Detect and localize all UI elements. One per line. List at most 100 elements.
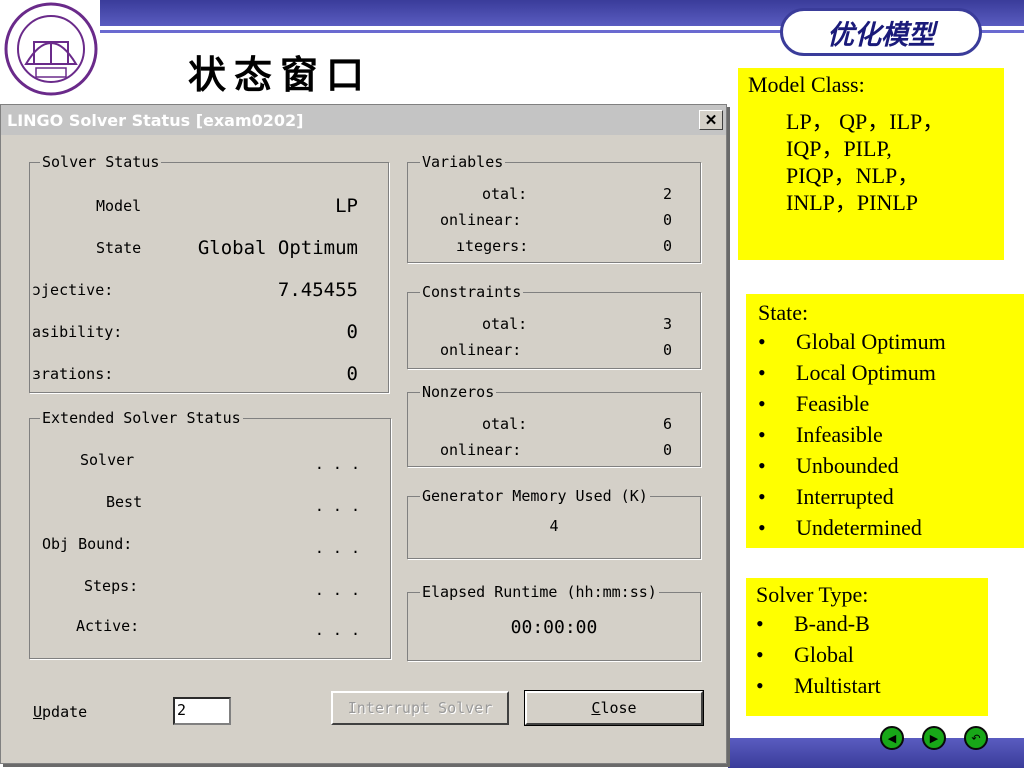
bullet: • bbox=[758, 391, 766, 416]
iterations-value: 0 bbox=[346, 363, 358, 385]
constraints-nonlinear-label: onlinear: bbox=[440, 341, 522, 359]
nonzeros-total-label: otal: bbox=[482, 415, 528, 433]
prev-slide-icon[interactable]: ◀ bbox=[880, 726, 904, 750]
update-interval-input[interactable]: 2 bbox=[173, 697, 231, 725]
ext-objbound-value: . . . bbox=[314, 539, 360, 557]
model-class-heading: Model Class: bbox=[748, 72, 865, 97]
model-class-line: LP， QP，ILP， bbox=[786, 109, 945, 134]
bullet: • bbox=[756, 642, 764, 667]
close-button[interactable]: Close bbox=[524, 690, 704, 726]
constraints-total-value: 3 bbox=[662, 315, 672, 333]
runtime-value: 00:00:00 bbox=[510, 617, 598, 638]
ext-best-label: Best bbox=[106, 493, 143, 511]
update-label-rest: pdate bbox=[42, 703, 88, 721]
state-item-label: Interrupted bbox=[796, 484, 894, 509]
solver-type-label: Multistart bbox=[794, 673, 881, 698]
nonzeros-total-value: 6 bbox=[662, 415, 672, 433]
model-class-line: INLP，PINLP bbox=[786, 190, 919, 215]
nonzeros-nonlinear-label: onlinear: bbox=[440, 441, 522, 459]
list-item: • Local Optimum bbox=[758, 357, 1012, 388]
variables-group: Variables otal: 2 onlinear: 0 ıtegers: 0 bbox=[407, 153, 701, 263]
slide-title: 状态窗口 bbox=[188, 52, 373, 97]
ext-solver-label: Solver bbox=[80, 451, 135, 469]
variables-total-label: otal: bbox=[482, 185, 528, 203]
iterations-label: ɜrations: bbox=[32, 365, 114, 383]
model-class-list: LP， QP，ILP， IQP，PILP, PIQP，NLP， INLP，PIN… bbox=[748, 108, 994, 216]
bullet: • bbox=[758, 360, 766, 385]
objective-value: 7.45455 bbox=[277, 279, 358, 301]
close-icon[interactable]: ✕ bbox=[699, 110, 723, 130]
model-value: LP bbox=[335, 195, 358, 217]
nonzeros-nonlinear-value: 0 bbox=[662, 441, 672, 459]
solver-type-label: Global bbox=[794, 642, 854, 667]
objective-label: ɔjective: bbox=[32, 281, 114, 299]
ext-active-value: . . . bbox=[314, 621, 360, 639]
close-button-accel: C bbox=[591, 699, 601, 717]
solver-status-dialog: LINGO Solver Status [exam0202] ✕ Solver … bbox=[0, 104, 727, 764]
memory-legend: Generator Memory Used (K) bbox=[422, 487, 648, 505]
variables-legend: Variables bbox=[422, 153, 504, 171]
memory-value: 4 bbox=[549, 517, 559, 535]
solver-type-list: • B-and-B • Global • Multistart bbox=[756, 608, 978, 701]
memory-group: Generator Memory Used (K) 4 bbox=[407, 487, 701, 559]
list-item: • B-and-B bbox=[756, 608, 978, 639]
bullet: • bbox=[758, 484, 766, 509]
model-class-box: Model Class: LP， QP，ILP， IQP，PILP, PIQP，… bbox=[738, 68, 1004, 260]
nonzeros-legend: Nonzeros bbox=[422, 383, 495, 401]
model-class-line: IQP，PILP, bbox=[786, 136, 892, 161]
solver-type-box: Solver Type: • B-and-B • Global • Multistar… bbox=[746, 578, 988, 716]
variables-nonlinear-value: 0 bbox=[662, 211, 672, 229]
bullet: • bbox=[758, 329, 766, 354]
update-label: Update bbox=[33, 703, 87, 721]
bullet: • bbox=[756, 611, 764, 636]
solver-status-legend: Solver Status bbox=[42, 153, 160, 171]
bullet: • bbox=[756, 673, 764, 698]
ext-steps-label: Steps: bbox=[84, 577, 139, 595]
state-item-label: Global Optimum bbox=[796, 329, 946, 354]
state-item-label: Infeasible bbox=[796, 422, 883, 447]
state-item-label: Undetermined bbox=[796, 515, 922, 540]
model-label: Model bbox=[96, 197, 142, 215]
solver-type-heading: Solver Type: bbox=[756, 582, 869, 607]
state-heading: State: bbox=[758, 300, 809, 325]
runtime-legend: Elapsed Runtime (hh:mm:ss) bbox=[422, 583, 657, 601]
variables-integers-label: ıtegers: bbox=[456, 237, 529, 255]
variables-nonlinear-label: onlinear: bbox=[440, 211, 522, 229]
nonzeros-group: Nonzeros otal: 6 onlinear: 0 bbox=[407, 383, 701, 467]
ext-solver-value: . . . bbox=[314, 455, 360, 473]
return-icon[interactable]: ↶ bbox=[964, 726, 988, 750]
interrupt-solver-button[interactable]: Interrupt Solver bbox=[331, 691, 509, 725]
variables-integers-value: 0 bbox=[662, 237, 672, 255]
state-box: State: • Global Optimum • Local Optimum • F… bbox=[746, 294, 1024, 548]
university-seal-logo bbox=[4, 2, 98, 96]
list-item: • Feasible bbox=[758, 388, 1012, 419]
list-item: • Multistart bbox=[756, 670, 978, 701]
ext-steps-value: . . . bbox=[314, 581, 360, 599]
list-item: • Interrupted bbox=[758, 481, 1012, 512]
infeasibility-value: 0 bbox=[346, 321, 358, 343]
next-slide-icon[interactable]: ▶ bbox=[922, 726, 946, 750]
ext-best-value: . . . bbox=[314, 497, 360, 515]
bullet: • bbox=[758, 453, 766, 478]
bullet: • bbox=[758, 422, 766, 447]
list-item: • Global bbox=[756, 639, 978, 670]
bullet: • bbox=[758, 515, 766, 540]
course-title-badge: 优化模型 bbox=[780, 8, 982, 56]
list-item: • Unbounded bbox=[758, 450, 1012, 481]
extended-status-legend: Extended Solver Status bbox=[42, 409, 241, 427]
constraints-legend: Constraints bbox=[422, 283, 522, 301]
list-item: • Global Optimum bbox=[758, 326, 1012, 357]
solver-status-group: Solver Status Model LP State Global Opti… bbox=[29, 153, 389, 393]
constraints-group: Constraints otal: 3 onlinear: 0 bbox=[407, 283, 701, 369]
runtime-group: Elapsed Runtime (hh:mm:ss) 00:00:00 bbox=[407, 583, 701, 661]
extended-status-group: Extended Solver Status Solver . . . Best… bbox=[29, 409, 391, 659]
state-item-label: Local Optimum bbox=[796, 360, 936, 385]
state-list: • Global Optimum • Local Optimum • Feasible… bbox=[758, 326, 1012, 543]
state-label: State bbox=[96, 239, 142, 257]
solver-type-label: B-and-B bbox=[794, 611, 870, 636]
dialog-titlebar[interactable]: LINGO Solver Status [exam0202] ✕ bbox=[1, 105, 726, 135]
constraints-total-label: otal: bbox=[482, 315, 528, 333]
ext-active-label: Active: bbox=[76, 617, 140, 635]
dialog-title: LINGO Solver Status [exam0202] bbox=[7, 111, 304, 130]
state-value: Global Optimum bbox=[197, 237, 358, 259]
